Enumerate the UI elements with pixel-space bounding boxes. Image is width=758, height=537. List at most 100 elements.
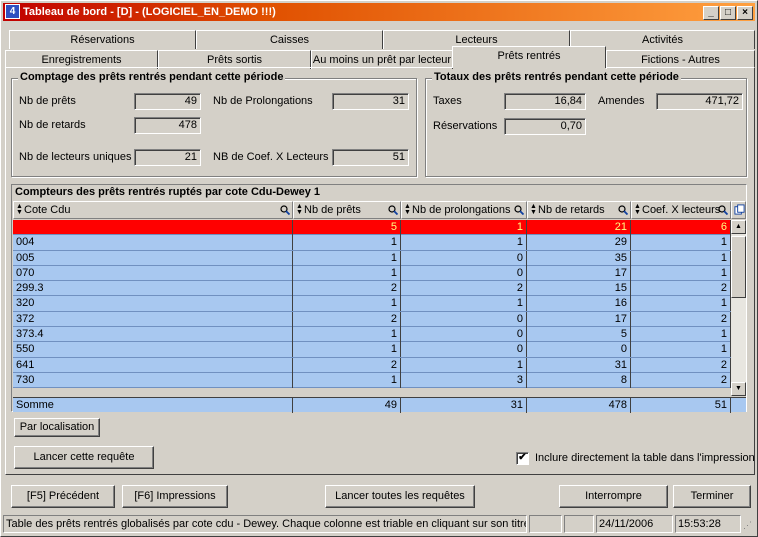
cell-coef[interactable]: 1 (631, 296, 731, 312)
table-row[interactable]: 372 2 0 17 2 (13, 311, 731, 328)
cell-nb-retards[interactable]: 15 (527, 281, 631, 297)
terminer-button[interactable]: Terminer (673, 485, 751, 508)
cell-cote[interactable]: 641 (13, 357, 293, 373)
cell-nb-prolongations[interactable]: 1 (401, 296, 527, 312)
column-header-coef[interactable]: ▲ ▼ Coef. X lecteurs (631, 201, 731, 219)
cell-nb-prets[interactable]: 1 (293, 327, 401, 343)
table-row[interactable]: 070 1 0 17 1 (13, 265, 731, 282)
maximize-button[interactable]: □ (720, 6, 736, 20)
cell-nb-prets[interactable]: 5 (293, 220, 401, 235)
par-localisation-button[interactable]: Par localisation (14, 418, 100, 437)
cell-coef[interactable]: 1 (631, 265, 731, 281)
table-row-selected[interactable]: 5 1 21 6 (13, 220, 731, 236)
table-row[interactable]: 730 1 3 8 2 (13, 372, 731, 389)
cell-nb-prolongations[interactable]: 0 (401, 342, 527, 358)
table-row[interactable]: 373.4 1 0 5 1 (13, 327, 731, 343)
cell-cote[interactable]: 299.3 (13, 281, 293, 297)
scroll-down-button[interactable]: ▼ (731, 382, 746, 396)
tab-caisses[interactable]: Caisses (196, 30, 383, 49)
column-header-cote[interactable]: ▲ ▼ Cote Cdu (13, 201, 293, 219)
tab-reservations[interactable]: Réservations (9, 30, 196, 49)
search-icon[interactable] (280, 205, 290, 215)
column-header-nb-retards[interactable]: ▲ ▼ Nb de retards (527, 201, 631, 219)
cell-nb-prets[interactable]: 2 (293, 357, 401, 373)
table-body[interactable]: 5 1 21 6 004 1 1 29 1 005 1 0 35 1 070 1 0 17 1 299.3 2 2 15 2 3… (13, 220, 731, 389)
scroll-up-button[interactable]: ▲ (731, 220, 746, 234)
column-chooser-button[interactable] (731, 201, 746, 219)
inclure-checkbox[interactable]: ✔ (516, 452, 529, 465)
interrompre-button[interactable]: Interrompre (559, 485, 668, 508)
cell-coef[interactable]: 2 (631, 311, 731, 327)
search-icon[interactable] (618, 205, 628, 215)
inclure-label[interactable]: Inclure directement la table dans l'impr… (535, 452, 755, 464)
cell-nb-prets[interactable]: 2 (293, 281, 401, 297)
cell-cote[interactable]: 005 (13, 250, 293, 266)
cell-cote[interactable]: 320 (13, 296, 293, 312)
cell-nb-prets[interactable]: 1 (293, 296, 401, 312)
cell-nb-retards[interactable]: 0 (527, 342, 631, 358)
cell-coef[interactable]: 6 (631, 220, 731, 235)
cell-coef[interactable]: 2 (631, 281, 731, 297)
column-header-nb-prets[interactable]: ▲ ▼ Nb de prêts (293, 201, 401, 219)
column-header-nb-prolongations[interactable]: ▲ ▼ Nb de prolongations (401, 201, 527, 219)
cell-nb-prets[interactable]: 1 (293, 342, 401, 358)
lancer-requete-button[interactable]: Lancer cette requête (14, 446, 154, 469)
cell-coef[interactable]: 1 (631, 342, 731, 358)
resize-grip[interactable]: ⋰ (743, 519, 755, 531)
search-icon[interactable] (718, 205, 728, 215)
cell-nb-retards[interactable]: 5 (527, 327, 631, 343)
cell-nb-prets[interactable]: 1 (293, 235, 401, 251)
cell-nb-prolongations[interactable]: 0 (401, 327, 527, 343)
cell-coef[interactable]: 2 (631, 372, 731, 388)
search-icon[interactable] (514, 205, 524, 215)
cell-cote[interactable]: 004 (13, 235, 293, 251)
title-bar[interactable]: 4 Tableau de bord - [D] - (LOGICIEL_EN_D… (3, 3, 755, 21)
minimize-button[interactable]: _ (703, 6, 719, 20)
cell-cote[interactable] (13, 220, 293, 235)
cell-cote[interactable]: 070 (13, 265, 293, 281)
cell-nb-prolongations[interactable]: 3 (401, 372, 527, 388)
impressions-button[interactable]: [F6] Impressions (122, 485, 228, 508)
cell-nb-prets[interactable]: 1 (293, 250, 401, 266)
cell-nb-retards[interactable]: 8 (527, 372, 631, 388)
scroll-thumb[interactable] (731, 236, 746, 298)
cell-nb-prolongations[interactable]: 0 (401, 250, 527, 266)
table-row[interactable]: 005 1 0 35 1 (13, 250, 731, 266)
tab-prets-rentres[interactable]: Prêts rentrés (452, 46, 606, 68)
cell-nb-retards[interactable]: 29 (527, 235, 631, 251)
cell-cote[interactable]: 730 (13, 372, 293, 388)
cell-nb-prets[interactable]: 2 (293, 311, 401, 327)
cell-cote[interactable]: 372 (13, 311, 293, 327)
table-row[interactable]: 004 1 1 29 1 (13, 235, 731, 251)
table-row[interactable]: 641 2 1 31 2 (13, 357, 731, 373)
cell-nb-retards[interactable]: 35 (527, 250, 631, 266)
table-row[interactable]: 550 1 0 0 1 (13, 342, 731, 358)
vertical-scrollbar[interactable]: ▲ ▼ (731, 220, 746, 396)
cell-nb-prolongations[interactable]: 2 (401, 281, 527, 297)
cell-nb-prets[interactable]: 1 (293, 265, 401, 281)
cell-nb-prolongations[interactable]: 1 (401, 235, 527, 251)
search-icon[interactable] (388, 205, 398, 215)
cell-cote[interactable]: 550 (13, 342, 293, 358)
table-row[interactable]: 299.3 2 2 15 2 (13, 281, 731, 297)
cell-coef[interactable]: 1 (631, 327, 731, 343)
app-icon[interactable]: 4 (5, 4, 20, 19)
cell-nb-retards[interactable]: 16 (527, 296, 631, 312)
table-row[interactable]: 320 1 1 16 1 (13, 296, 731, 312)
precedent-button[interactable]: [F5] Précédent (11, 485, 115, 508)
cell-coef[interactable]: 2 (631, 357, 731, 373)
cell-nb-retards[interactable]: 31 (527, 357, 631, 373)
cell-nb-retards[interactable]: 21 (527, 220, 631, 235)
cell-nb-retards[interactable]: 17 (527, 311, 631, 327)
cell-cote[interactable]: 373.4 (13, 327, 293, 343)
cell-nb-prolongations[interactable]: 1 (401, 357, 527, 373)
cell-coef[interactable]: 1 (631, 235, 731, 251)
cell-nb-prets[interactable]: 1 (293, 372, 401, 388)
cell-nb-prolongations[interactable]: 1 (401, 220, 527, 235)
lancer-toutes-button[interactable]: Lancer toutes les requêtes (325, 485, 475, 508)
cell-nb-prolongations[interactable]: 0 (401, 265, 527, 281)
close-button[interactable]: × (737, 6, 753, 20)
cell-coef[interactable]: 1 (631, 250, 731, 266)
cell-nb-prolongations[interactable]: 0 (401, 311, 527, 327)
cell-nb-retards[interactable]: 17 (527, 265, 631, 281)
